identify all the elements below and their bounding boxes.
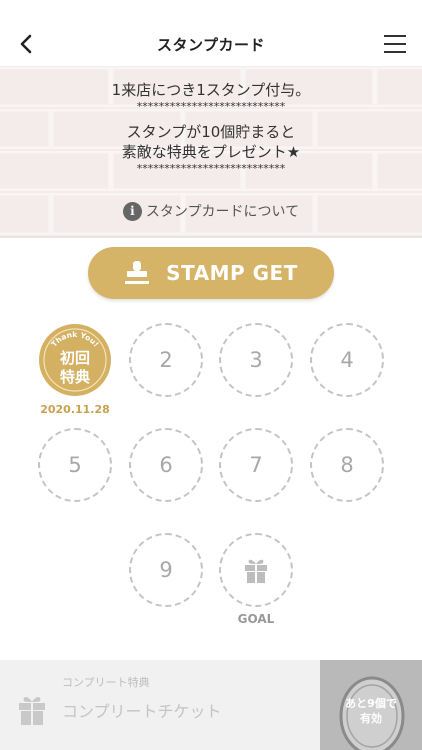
stamp-slot-3: 3 (219, 323, 293, 397)
stamp-get-button[interactable]: STAMP GET (88, 247, 334, 299)
stamp-slot-7: 7 (219, 428, 293, 502)
banner-stars-2: *************************** (136, 162, 286, 175)
about-stamp-card-link[interactable]: i スタンプカードについて (0, 201, 422, 221)
back-chevron-icon[interactable] (12, 30, 40, 58)
stamp-slot-4: 4 (310, 323, 384, 397)
remaining-stamps-text: あと9個で 有効 (320, 696, 422, 726)
stamp-slot-9: 9 (129, 533, 203, 607)
stamp-slot-2: 2 (129, 323, 203, 397)
stamp-slot-5: 5 (38, 428, 112, 502)
about-stamp-card-label: スタンプカードについて (145, 204, 300, 220)
stamp-card-banner: 1来店につき1スタンプ付与。 *************************… (0, 66, 422, 238)
goal-label: GOAL (237, 612, 275, 626)
complete-reward-bar[interactable]: コンプリート特典 コンプリートチケット (0, 660, 320, 750)
remaining-stamps-panel: あと9個で 有効 (320, 660, 422, 750)
banner-line-1: 1来店につき1スタンプ付与。 (111, 81, 311, 99)
banner-text: 1来店につき1スタンプ付与。 *************************… (0, 66, 422, 176)
stamp-slot-8: 8 (310, 428, 384, 502)
gift-icon (245, 559, 267, 583)
stamp-icon (125, 261, 150, 284)
gift-icon (19, 697, 45, 725)
hamburger-menu-icon[interactable] (380, 30, 410, 58)
complete-ticket-label: コンプリートチケット (62, 702, 222, 721)
info-icon: i (122, 201, 142, 221)
stamp-first-line1: 初回 (60, 349, 90, 367)
remaining-line-2: 有効 (360, 712, 382, 725)
complete-reward-title: コンプリート特典 (62, 676, 150, 689)
banner-line-3: 素敵な特典をプレゼント★ (121, 143, 301, 161)
remaining-line-1: あと9個で (345, 697, 397, 710)
stamp-first-line2: 特典 (60, 368, 90, 386)
banner-stars-1: *************************** (136, 100, 286, 113)
stamp-slot-6: 6 (129, 428, 203, 502)
page-title: スタンプカード (156, 35, 266, 54)
stamp-get-label: STAMP GET (166, 261, 298, 285)
stamp-slot-goal (219, 533, 293, 607)
stamp-date: 2020.11.28 (40, 403, 110, 416)
nav-bar: スタンプカード (0, 22, 422, 66)
banner-line-2: スタンプが10個貯まると (126, 123, 296, 141)
status-bar (0, 0, 422, 22)
stamp-first-visit: Thank You! 初回 特典 (39, 324, 111, 396)
